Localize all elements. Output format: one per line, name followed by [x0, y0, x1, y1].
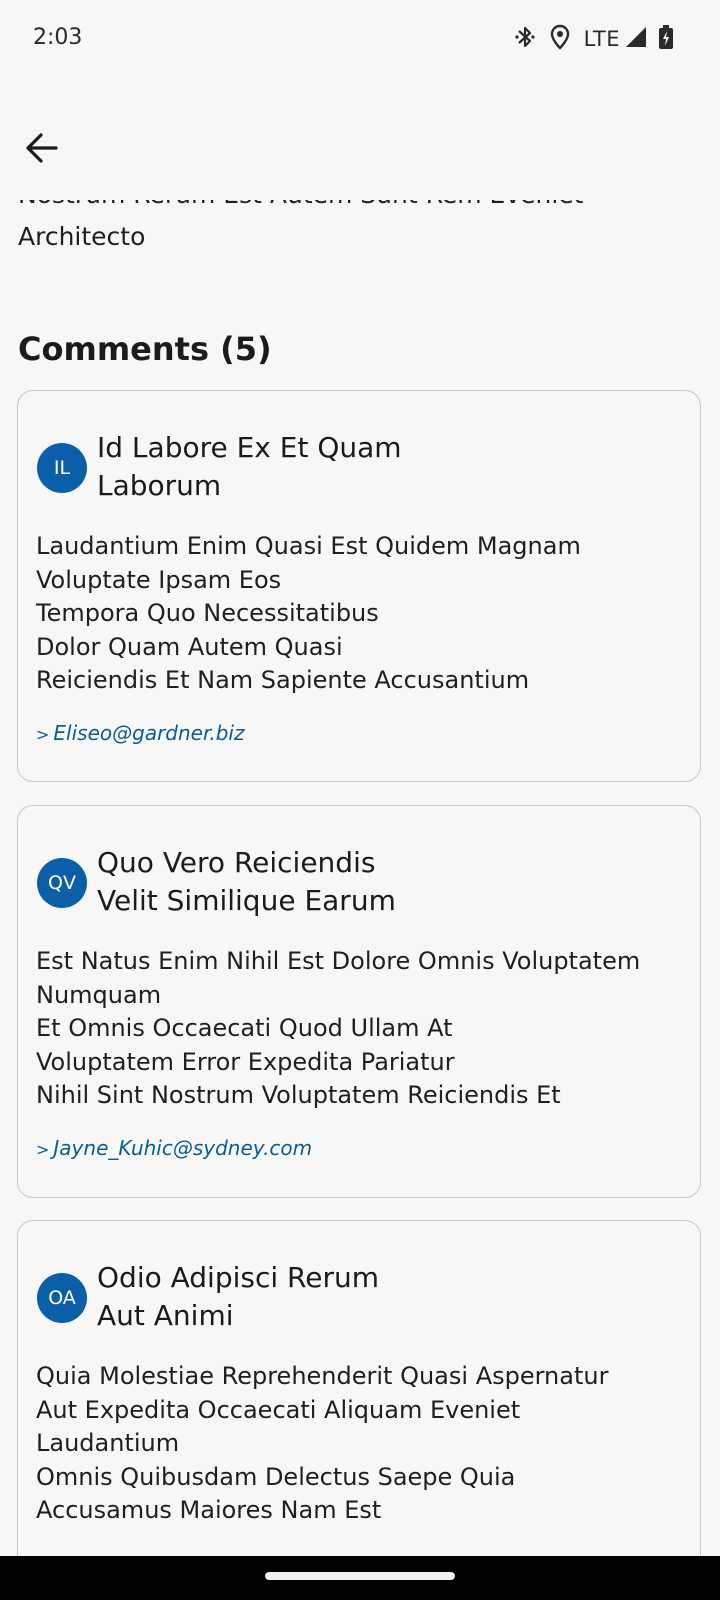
comment-card: IL Id Labore Ex Et Quam Laborum Laudanti…	[17, 390, 701, 782]
comment-title: Quo Vero Reiciendis Velit Similique Earu…	[97, 844, 457, 920]
comment-body: Laudantium Enim Quasi Est Quidem Magnam …	[36, 532, 581, 694]
arrow-left-icon	[24, 130, 60, 170]
back-button[interactable]	[20, 128, 64, 172]
signal-icon	[624, 25, 648, 53]
comment-body: Est Natus Enim Nihil Est Dolore Omnis Vo…	[36, 947, 641, 1109]
status-icons: LTE	[514, 24, 674, 54]
network-type: LTE	[583, 27, 620, 51]
chevron-right-icon: >	[36, 1140, 50, 1159]
status-time: 2:03	[33, 25, 83, 50]
comment-email: Eliseo@gardner.biz	[53, 721, 245, 745]
comment-title-line: Velit Similique Earum	[97, 884, 396, 917]
avatar: OA	[37, 1273, 87, 1323]
status-bar: 2:03 LTE	[0, 0, 720, 80]
chevron-right-icon: >	[36, 725, 50, 744]
home-gesture-handle[interactable]	[265, 1572, 455, 1580]
comment-email: Jayne_Kuhic@sydney.com	[53, 1136, 313, 1160]
comment-card: QV Quo Vero Reiciendis Velit Similique E…	[17, 805, 701, 1198]
avatar: QV	[37, 858, 87, 908]
post-detail-scroll[interactable]: Nostrum Rerum Est Autem Sunt Rem Eveniet…	[0, 200, 720, 1556]
comment-title-line: Laborum	[97, 469, 222, 502]
comment-title-line: Quo Vero Reiciendis	[97, 846, 376, 879]
comment-email-link[interactable]: > Jayne_Kuhic@sydney.com	[36, 1136, 312, 1160]
comment-title-line: Id Labore Ex Et Quam	[97, 431, 402, 464]
comment-title-line: Odio Adipisci Rerum	[97, 1261, 380, 1294]
comment-title-line: Aut Animi	[97, 1299, 234, 1332]
comment-card: OA Odio Adipisci Rerum Aut Animi Quia Mo…	[17, 1220, 701, 1556]
comment-title: Odio Adipisci Rerum Aut Animi	[97, 1259, 457, 1335]
comment-body: Quia Molestiae Reprehenderit Quasi Asper…	[36, 1362, 609, 1524]
post-body: Nostrum Rerum Est Autem Sunt Rem Eveniet…	[18, 200, 698, 258]
battery-icon	[658, 24, 674, 54]
comment-title: Id Labore Ex Et Quam Laborum	[97, 429, 457, 505]
location-icon	[550, 24, 570, 54]
comments-title: Comments (5)	[18, 330, 272, 368]
avatar: IL	[37, 443, 87, 493]
comment-email-link[interactable]: > Eliseo@gardner.biz	[36, 721, 244, 745]
bluetooth-icon	[514, 24, 536, 54]
post-body-line: Nostrum Rerum Est Autem Sunt Rem Eveniet	[18, 200, 698, 216]
navigation-bar	[0, 1556, 720, 1600]
post-body-line: Architecto	[18, 222, 146, 251]
